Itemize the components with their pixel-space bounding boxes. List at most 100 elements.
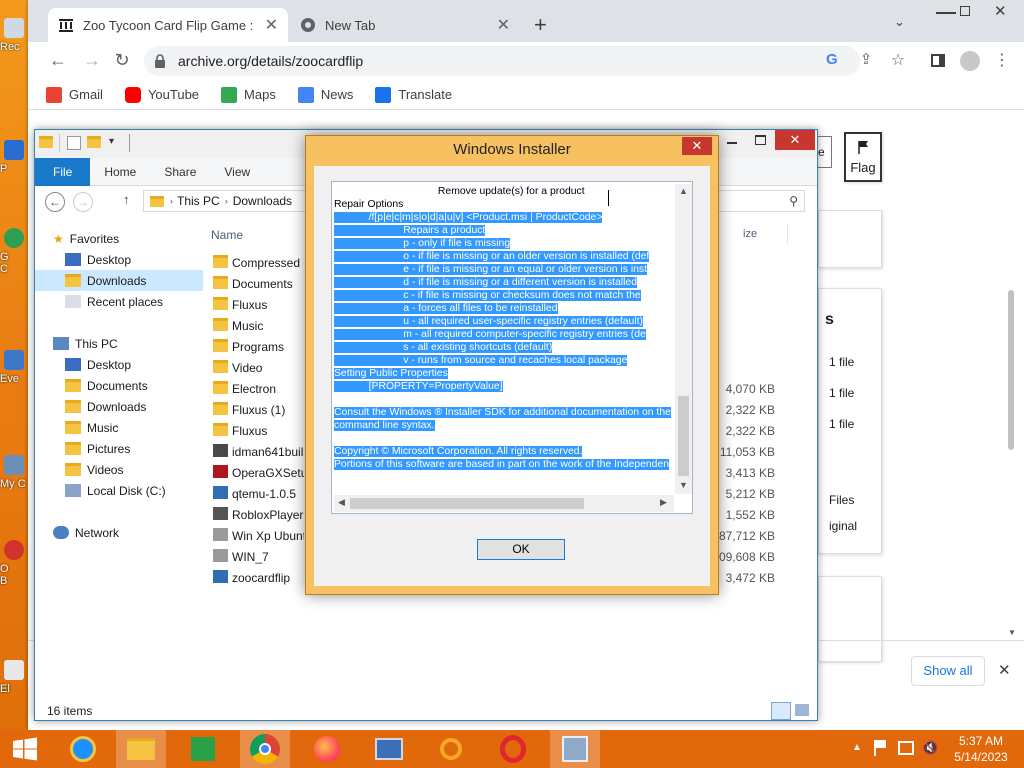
ribbon-tab-home[interactable]: Home — [90, 158, 150, 186]
star-icon[interactable]: ☆ — [884, 50, 912, 70]
close-window-button[interactable]: ✕ — [994, 2, 1007, 20]
help-text-content[interactable]: Remove update(s) for a product Repair Opt… — [334, 185, 674, 495]
menu-kebab-icon[interactable]: ⋮ — [988, 50, 1016, 70]
horizontal-scroll-thumb[interactable] — [350, 498, 584, 509]
back-arrow-icon[interactable]: ← — [44, 50, 72, 71]
page-scrollbar[interactable] — [1008, 290, 1014, 450]
reload-icon[interactable]: ↻ — [108, 50, 136, 71]
vertical-scrollbar[interactable]: ▲ ▼ — [675, 184, 692, 494]
bookmark-youtube[interactable]: YouTube — [124, 86, 199, 103]
ok-button[interactable]: OK — [477, 539, 565, 560]
minimize-button[interactable] — [936, 12, 956, 14]
column-header-name[interactable]: Name — [211, 228, 243, 242]
explorer-path-bar[interactable]: › This PC › Downloads — [143, 190, 313, 212]
clock[interactable]: 5:37 AM 5/14/2023 — [948, 733, 1014, 765]
taskbar-file-explorer[interactable] — [116, 730, 166, 768]
help-text-line — [334, 393, 674, 406]
ribbon-tab-file[interactable]: File — [35, 157, 91, 186]
scroll-right-icon[interactable]: ▶ — [660, 497, 667, 508]
ribbon-tab-view[interactable]: View — [210, 158, 264, 186]
forward-arrow-icon[interactable]: → — [73, 192, 93, 212]
taskbar-computer[interactable] — [364, 730, 414, 768]
taskbar-store[interactable] — [178, 730, 228, 768]
scroll-up-icon[interactable]: ▲ — [679, 186, 688, 196]
nav-network[interactable]: Network — [53, 522, 221, 543]
explorer-search-input[interactable]: ⚲ — [715, 190, 805, 212]
nav-item-downloads[interactable]: Downloads — [35, 270, 203, 291]
details-view-icon[interactable] — [771, 702, 791, 720]
desktop-icon-recycle-bin[interactable]: Rec — [0, 18, 28, 53]
taskbar-windows-installer[interactable] — [550, 730, 600, 768]
tab-title: Zoo Tycoon Card Flip Game : Mi — [83, 17, 253, 33]
path-this-pc[interactable]: This PC — [177, 194, 220, 208]
up-arrow-icon[interactable]: ↑ — [123, 192, 130, 207]
taskbar-opera[interactable] — [488, 730, 538, 768]
bookmark-news[interactable]: News — [297, 86, 353, 103]
large-icons-view-icon[interactable] — [795, 704, 809, 716]
tab-new-tab[interactable]: New Tab ✕ — [290, 8, 520, 42]
taskbar-search[interactable] — [426, 730, 476, 768]
tab-close-icon[interactable]: ✕ — [259, 15, 278, 35]
customize-dropdown-icon[interactable]: ▾ — [109, 136, 114, 147]
taskbar-internet-explorer[interactable] — [58, 730, 108, 768]
desktop-icon-p[interactable]: P — [0, 140, 28, 175]
show-all-button[interactable]: Show all — [911, 656, 985, 686]
nav-favorites[interactable]: ★ Favorites — [53, 228, 221, 249]
new-folder-icon[interactable] — [87, 136, 101, 148]
side-panel-icon[interactable] — [931, 54, 945, 67]
desktop-icon-chrome[interactable]: G C — [0, 228, 28, 275]
quick-access-folder-icon[interactable] — [39, 136, 53, 148]
explorer-close-button[interactable]: ✕ — [775, 130, 815, 150]
vertical-scroll-thumb[interactable] — [678, 396, 689, 476]
ribbon-tab-share[interactable]: Share — [150, 158, 210, 186]
network-tray-icon[interactable] — [898, 741, 914, 755]
explorer-minimize-button[interactable] — [727, 142, 737, 144]
desktop-icon-eve[interactable]: Eve — [0, 350, 28, 385]
back-arrow-icon[interactable]: ← — [45, 192, 65, 212]
desktop-icon-opera[interactable]: O B — [0, 540, 28, 587]
path-downloads[interactable]: Downloads — [233, 194, 292, 208]
files-link[interactable]: Files — [829, 493, 854, 507]
bookmark-maps[interactable]: Maps — [221, 86, 276, 103]
taskbar-chrome[interactable] — [240, 730, 290, 768]
flag-button[interactable]: Flag — [844, 132, 882, 182]
download-shelf-close-icon[interactable]: ✕ — [998, 661, 1011, 679]
column-header-size[interactable]: ize — [743, 228, 757, 240]
nav-label: Downloads — [87, 399, 147, 414]
share-icon[interactable]: ⇪ — [852, 50, 880, 68]
dialog-close-button[interactable]: ✕ — [682, 137, 712, 155]
tab-close-icon[interactable]: ✕ — [491, 15, 510, 35]
bookmark-gmail[interactable]: Gmail — [46, 86, 103, 103]
restore-button[interactable] — [960, 6, 970, 16]
disk-icon — [65, 484, 81, 497]
desktop-icon-my-computer[interactable]: My C — [0, 455, 28, 490]
new-tab-button[interactable]: + — [534, 12, 547, 38]
properties-icon[interactable] — [67, 136, 81, 150]
original-link[interactable]: iginal — [829, 519, 857, 533]
show-hidden-icons-chevron[interactable]: ▲ — [852, 742, 862, 753]
page-button-edge[interactable]: e — [816, 136, 832, 168]
file-count: 1 file — [829, 417, 855, 431]
desktop-icon-el[interactable]: El — [0, 660, 28, 695]
start-button[interactable] — [0, 730, 50, 768]
tab-search-chevron-icon[interactable]: ⌄ — [894, 14, 905, 30]
help-text-box[interactable]: Remove update(s) for a product Repair Opt… — [331, 181, 693, 514]
profile-avatar-icon[interactable] — [960, 51, 980, 71]
documents-folder-icon — [65, 379, 81, 392]
folder-icon — [213, 255, 228, 268]
volume-muted-icon[interactable]: 🔇 — [922, 740, 938, 756]
flag-notification-icon[interactable] — [874, 740, 888, 756]
taskbar-firefox[interactable] — [302, 730, 352, 768]
scroll-down-icon[interactable]: ▼ — [1008, 628, 1016, 637]
tab-zoo-tycoon[interactable]: Zoo Tycoon Card Flip Game : Mi ✕ — [48, 8, 288, 42]
google-icon[interactable]: G — [826, 51, 838, 68]
scroll-down-icon[interactable]: ▼ — [679, 480, 688, 490]
file-name: Electron — [232, 382, 277, 396]
horizontal-scrollbar[interactable]: ◀ ▶ — [334, 495, 674, 512]
nav-this-pc[interactable]: This PC — [53, 333, 221, 354]
explorer-maximize-button[interactable] — [755, 135, 766, 145]
address-bar[interactable]: archive.org/details/zoocardflip — [144, 46, 860, 76]
scroll-left-icon[interactable]: ◀ — [338, 497, 345, 508]
forward-arrow-icon[interactable]: → — [78, 50, 106, 71]
bookmark-translate[interactable]: Translate — [375, 86, 452, 103]
